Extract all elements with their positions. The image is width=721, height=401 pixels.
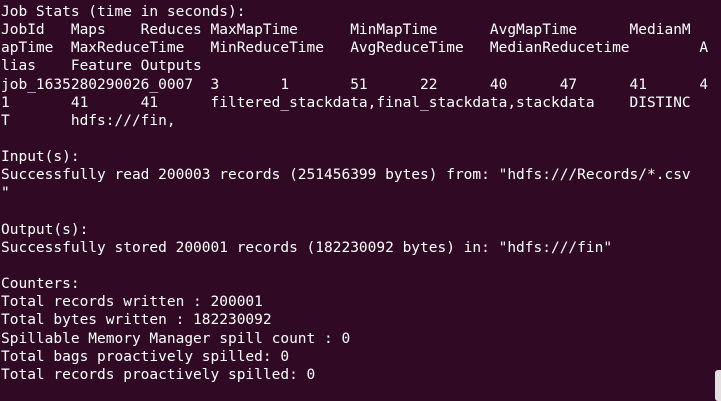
terminal-line-stats-row-2: 1 41 41 filtered_stackdata,final_stackda… bbox=[1, 94, 691, 111]
terminal-line-counters-heading: Counters: bbox=[1, 276, 80, 293]
terminal-line-inputs-heading: Input(s): bbox=[1, 149, 80, 166]
terminal-line-stats-header-2: apTime MaxReduceTime MinReduceTime AvgRe… bbox=[1, 40, 709, 57]
terminal-line-counter-records-spilled: Total records proactively spilled: 0 bbox=[1, 366, 316, 383]
terminal-line-counter-records-written: Total records written : 200001 bbox=[1, 294, 263, 311]
terminal-line-job-stats-heading: Job Stats (time in seconds): bbox=[1, 4, 246, 20]
terminal-window[interactable]: Job Stats (time in seconds): JobId Maps … bbox=[0, 0, 721, 401]
terminal-line-counter-bags-spilled: Total bags proactively spilled: 0 bbox=[1, 348, 290, 365]
terminal-line-input-result-1: Successfully read 200003 records (251456… bbox=[1, 167, 691, 184]
terminal-line-outputs-heading: Output(s): bbox=[1, 221, 89, 238]
scrollbar-thumb[interactable] bbox=[715, 370, 721, 401]
terminal-line-counter-spill-count: Spillable Memory Manager spill count : 0 bbox=[1, 330, 351, 347]
terminal-line-input-result-2: " bbox=[1, 185, 10, 202]
terminal-line-stats-header-3: lias Feature Outputs bbox=[1, 58, 202, 75]
terminal-line-stats-row-1: job_1635280290026_0007 3 1 51 22 40 47 4… bbox=[1, 76, 709, 93]
terminal-line-stats-row-3: T hdfs:///fin, bbox=[1, 112, 176, 129]
terminal-line-counter-bytes-written: Total bytes written : 182230092 bbox=[1, 312, 272, 329]
terminal-line-output-result: Successfully stored 200001 records (1822… bbox=[1, 239, 613, 256]
terminal-line-stats-header-1: JobId Maps Reduces MaxMapTime MinMapTime… bbox=[1, 22, 691, 39]
